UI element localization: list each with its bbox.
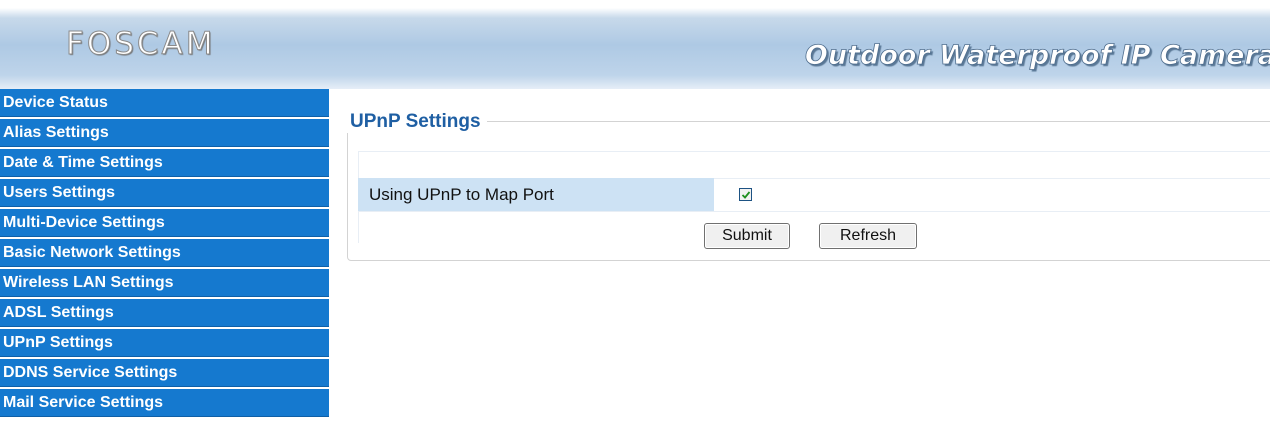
refresh-button[interactable]: Refresh bbox=[819, 223, 917, 249]
page-header: FOSCAM Outdoor Waterproof IP Camera bbox=[0, 0, 1270, 89]
sidebar-item-adsl-settings[interactable]: ADSL Settings bbox=[0, 299, 329, 327]
upnp-map-port-value-cell bbox=[714, 178, 1270, 211]
foscam-logo: FOSCAM bbox=[66, 26, 216, 63]
settings-sidebar: Device Status Alias Settings Date & Time… bbox=[0, 89, 329, 431]
upnp-map-port-label: Using UPnP to Map Port bbox=[358, 178, 714, 211]
sidebar-item-basic-network-settings[interactable]: Basic Network Settings bbox=[0, 239, 329, 267]
sidebar-item-upnp-settings[interactable]: UPnP Settings bbox=[0, 329, 329, 357]
upnp-map-port-checkbox[interactable] bbox=[739, 188, 752, 201]
sidebar-item-ddns-service-settings[interactable]: DDNS Service Settings bbox=[0, 359, 329, 387]
sidebar-item-device-status[interactable]: Device Status bbox=[0, 89, 329, 117]
sidebar-item-alias-settings[interactable]: Alias Settings bbox=[0, 119, 329, 147]
sidebar-item-date-time-settings[interactable]: Date & Time Settings bbox=[0, 149, 329, 177]
sidebar-item-wireless-lan-settings[interactable]: Wireless LAN Settings bbox=[0, 269, 329, 297]
table-divider bbox=[358, 211, 1270, 212]
table-divider bbox=[358, 151, 1270, 152]
sidebar-item-mail-service-settings[interactable]: Mail Service Settings bbox=[0, 389, 329, 417]
sidebar-item-users-settings[interactable]: Users Settings bbox=[0, 179, 329, 207]
main-content: UPnP Settings Using UPnP to Map Port Sub… bbox=[329, 89, 1270, 431]
product-title: Outdoor Waterproof IP Camera bbox=[804, 40, 1270, 72]
sidebar-item-multi-device-settings[interactable]: Multi-Device Settings bbox=[0, 209, 329, 237]
section-title: UPnP Settings bbox=[344, 111, 487, 133]
checkmark-icon bbox=[741, 191, 751, 199]
submit-button[interactable]: Submit bbox=[704, 223, 790, 249]
